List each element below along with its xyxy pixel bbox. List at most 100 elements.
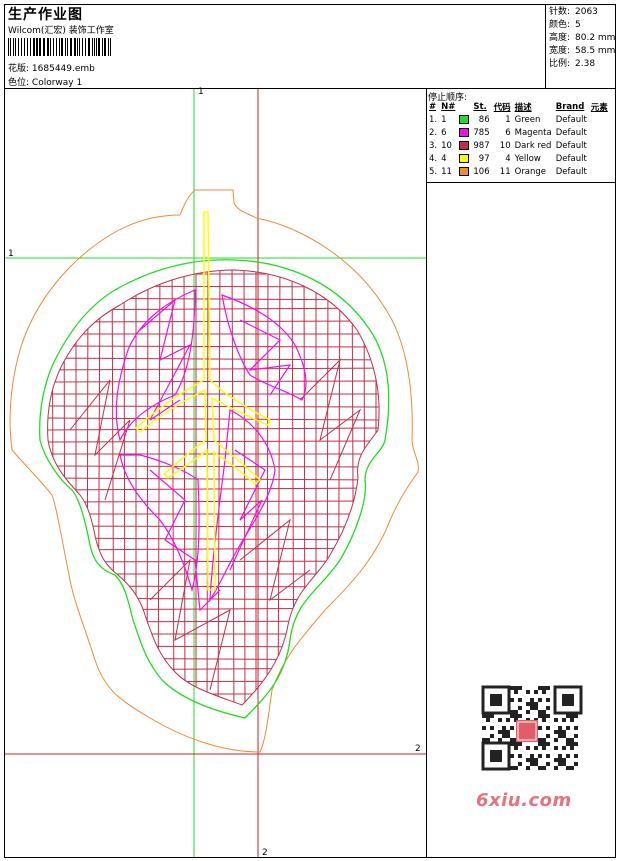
grid-stitch-vertical [337, 270, 341, 705]
jagged-stitch [239, 518, 311, 602]
qr-module [482, 714, 486, 718]
qr-module [570, 742, 574, 746]
qr-module [538, 710, 542, 714]
guide-label-green-vertical: 1 [198, 87, 204, 97]
qr-module [538, 686, 542, 690]
qr-module [566, 738, 570, 742]
qr-module [566, 726, 570, 730]
qr-module [510, 714, 514, 718]
qr-module [526, 766, 530, 770]
qr-module [526, 746, 530, 750]
qr-module [482, 738, 486, 742]
qr-module [510, 726, 514, 730]
qr-module [526, 758, 530, 762]
qr-module [534, 690, 538, 694]
qr-module [518, 714, 522, 718]
qr-module [546, 698, 550, 702]
qr-module [570, 738, 574, 742]
grid-stitch-horizontal [47, 465, 380, 468]
qr-module [510, 686, 514, 690]
qr-center-logo [516, 720, 538, 742]
qr-module [542, 710, 546, 714]
qr-module [538, 738, 542, 742]
qr-module [542, 746, 546, 750]
qr-module [498, 730, 502, 734]
magenta-fill-stitch [239, 319, 292, 396]
qr-module [534, 762, 538, 766]
qr-module [570, 746, 574, 750]
qr-module [530, 698, 534, 702]
qr-module [538, 698, 542, 702]
qr-module [570, 766, 574, 770]
grid-stitch-horizontal [47, 657, 380, 661]
qr-module [554, 738, 558, 742]
grid-stitch-vertical [277, 270, 281, 705]
grid-stitch-vertical [51, 270, 55, 705]
qr-module [546, 686, 550, 690]
grid-stitch-vertical [303, 270, 306, 705]
qr-module [570, 714, 574, 718]
qr-module [538, 766, 542, 770]
magenta-lobe-right-upper [221, 294, 307, 401]
qr-module [546, 714, 550, 718]
grid-stitch-horizontal [40, 706, 390, 707]
qr-module [514, 710, 518, 714]
qr-module [546, 734, 550, 738]
grid-stitch-vertical [146, 270, 149, 705]
grid-stitch-horizontal [47, 405, 380, 408]
yellow-vein-path [134, 211, 271, 591]
qr-module [546, 742, 550, 746]
qr-module [546, 726, 550, 730]
qr-module [514, 742, 518, 746]
qr-module [554, 766, 558, 770]
qr-module [514, 714, 518, 718]
qr-module [530, 754, 534, 758]
qr-module [542, 686, 546, 690]
qr-finder-center [490, 750, 502, 762]
qr-module [574, 754, 578, 758]
qr-module [558, 726, 562, 730]
qr-module [534, 758, 538, 762]
qr-module [502, 730, 506, 734]
qr-module [530, 706, 534, 710]
qr-module [558, 734, 562, 738]
qr-module [490, 726, 494, 730]
grid-stitch-horizontal [40, 261, 390, 262]
guide-label-red-vertical: 2 [262, 848, 268, 858]
qr-module [498, 738, 502, 742]
qr-finder-center [490, 694, 502, 706]
qr-module [510, 742, 514, 746]
grid-stitch-horizontal [47, 380, 380, 383]
qr-module [530, 762, 534, 766]
qr-module [558, 754, 562, 758]
grid-stitch-horizontal [47, 680, 380, 683]
qr-module [566, 714, 570, 718]
qr-module [534, 706, 538, 710]
qr-module [510, 754, 514, 758]
grid-stitch-horizontal [40, 718, 390, 720]
qr-module [554, 718, 558, 722]
yellow-vein [134, 211, 271, 591]
qr-module [518, 698, 522, 702]
qr-module [534, 702, 538, 706]
qr-module [562, 758, 566, 762]
guide-label-red-horizontal: 2 [415, 744, 421, 754]
qr-module [542, 738, 546, 742]
qr-module [542, 766, 546, 770]
qr-module [566, 742, 570, 746]
grid-stitch-horizontal [47, 427, 380, 431]
qr-module [486, 738, 490, 742]
qr-module [510, 698, 514, 702]
qr-module [566, 766, 570, 770]
qr-module [546, 762, 550, 766]
magenta-lobe-left-upper [115, 289, 196, 442]
qr-code [470, 680, 585, 775]
qr-module [514, 690, 518, 694]
qr-module [574, 714, 578, 718]
qr-module [554, 730, 558, 734]
qr-module [502, 734, 506, 738]
qr-module [562, 746, 566, 750]
grid-stitch-vertical [38, 260, 40, 720]
qr-module [574, 726, 578, 730]
qr-module [530, 702, 534, 706]
